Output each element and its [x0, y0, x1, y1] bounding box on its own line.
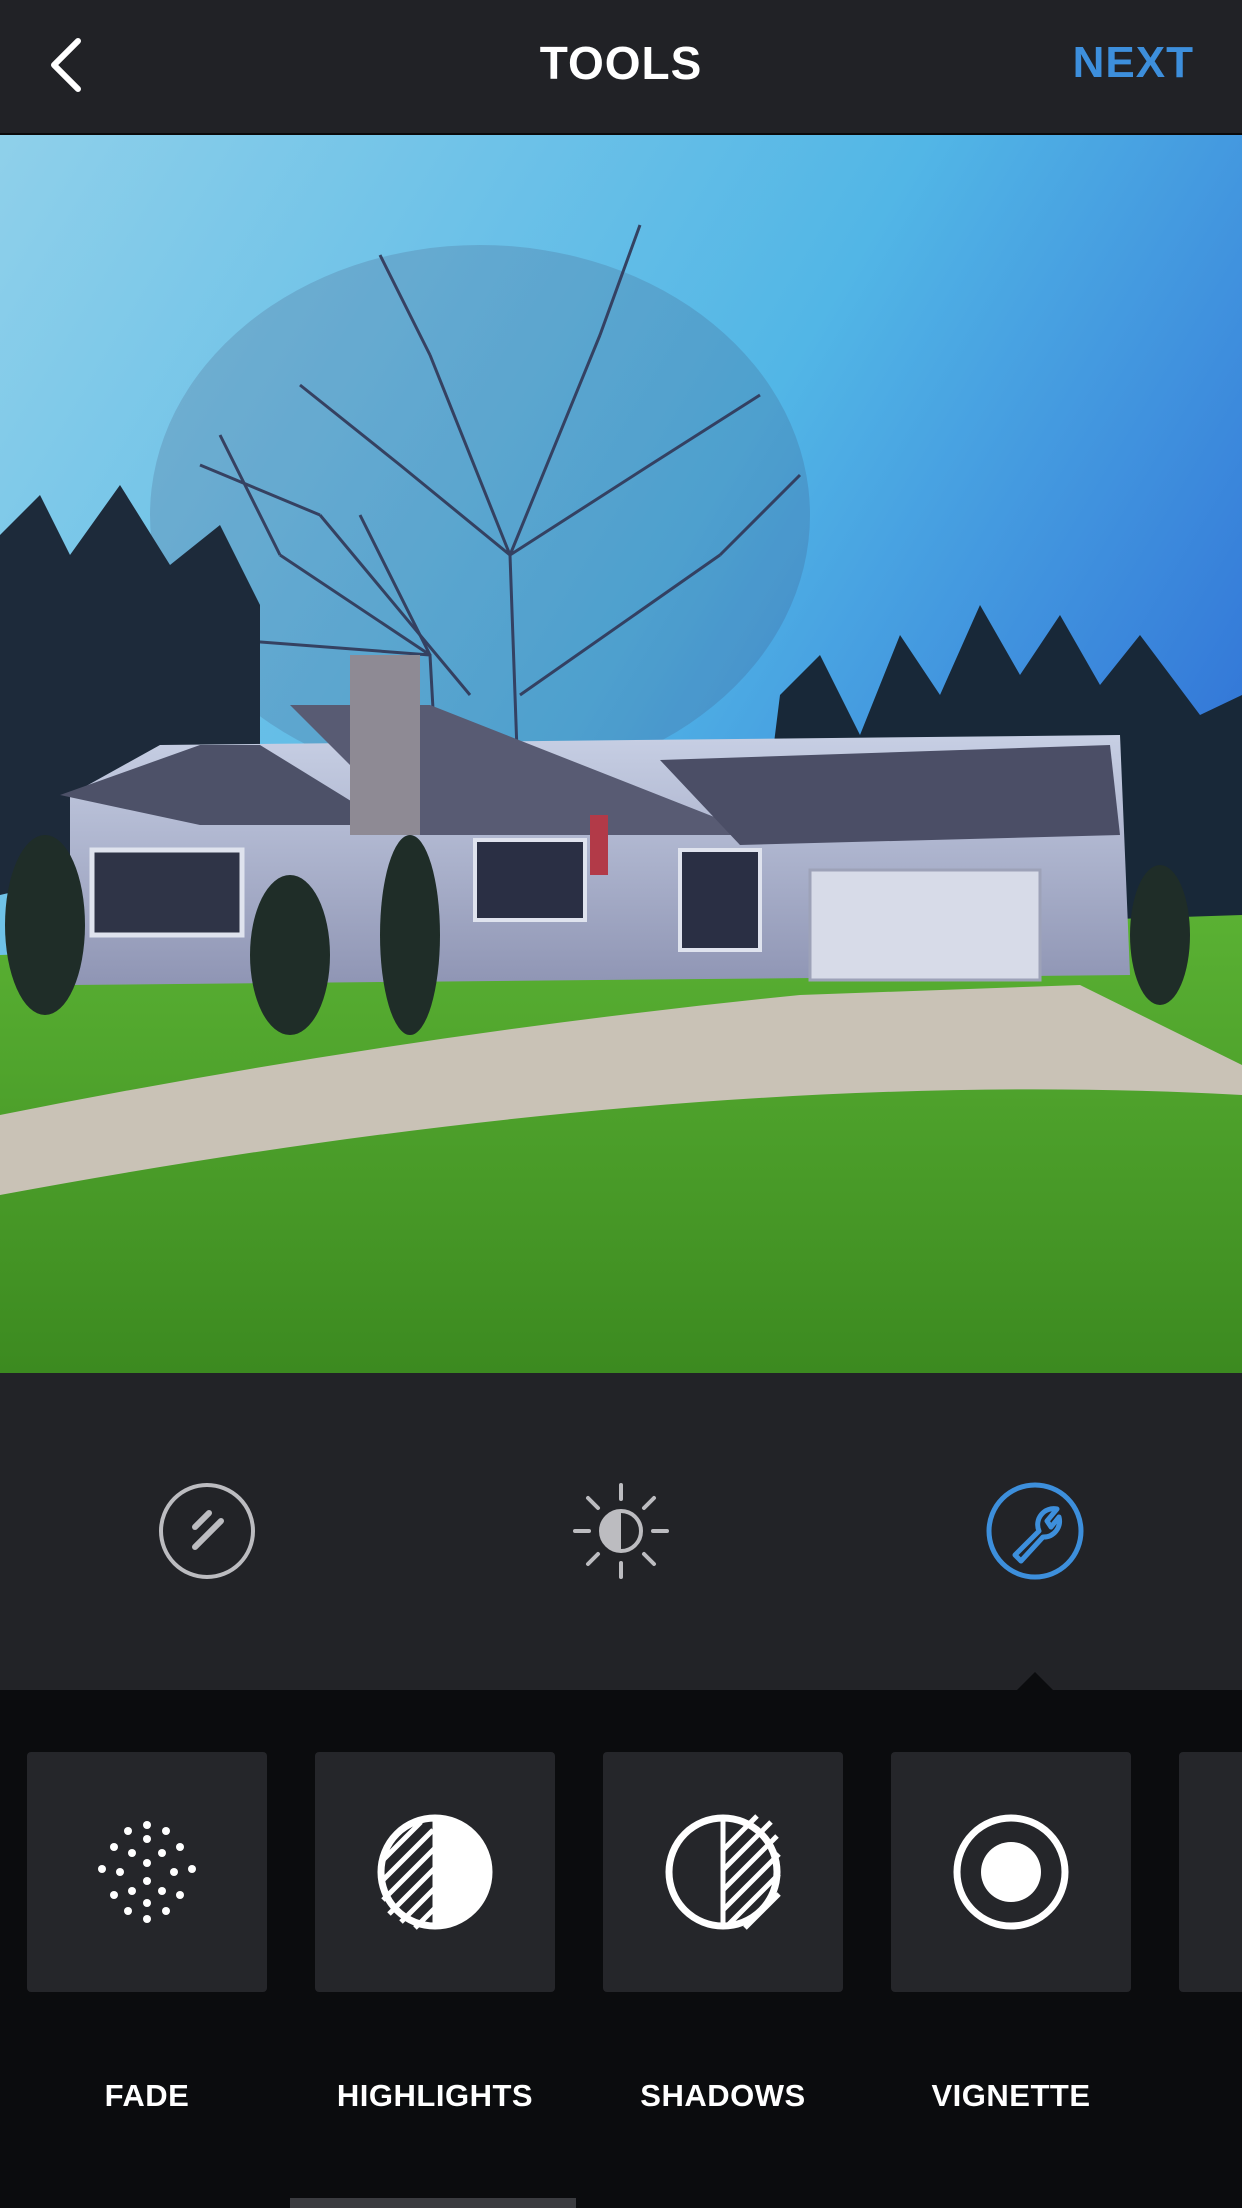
- tool-label-highlights[interactable]: HIGHLIGHTS: [285, 2078, 585, 2114]
- wrench-icon: [986, 1482, 1084, 1580]
- next-button[interactable]: NEXT: [1073, 38, 1194, 88]
- lux-icon: [159, 1483, 255, 1579]
- tool-highlights[interactable]: [315, 1752, 555, 1992]
- brightness-icon: [573, 1483, 669, 1579]
- tool-label-shadows[interactable]: SHADOWS: [573, 2078, 873, 2114]
- mode-bar: [0, 1373, 1242, 1690]
- tools-strip[interactable]: FADE HIGHLIGHTS SHADOWS VIGNETTE: [0, 1690, 1242, 2208]
- tool-shadows[interactable]: [603, 1752, 843, 1992]
- shadows-icon: [665, 1814, 781, 1930]
- tool-label-vignette[interactable]: VIGNETTE: [861, 2078, 1161, 2114]
- photo-preview: [0, 135, 1242, 1373]
- tools-mode-button[interactable]: [985, 1481, 1085, 1581]
- photo-image: [0, 135, 1242, 1373]
- scroll-indicator: [290, 2198, 576, 2208]
- tool-label-fade[interactable]: FADE: [0, 2078, 297, 2114]
- highlights-icon: [377, 1814, 493, 1930]
- selected-mode-pointer: [1017, 1672, 1053, 1690]
- lux-mode-button[interactable]: [157, 1481, 257, 1581]
- tool-fade[interactable]: [27, 1752, 267, 1992]
- top-bar: TOOLS NEXT: [0, 0, 1242, 135]
- adjust-mode-button[interactable]: [571, 1481, 671, 1581]
- vignette-icon: [953, 1814, 1069, 1930]
- fade-icon: [98, 1821, 196, 1923]
- tool-tilt-shift[interactable]: [1179, 1752, 1242, 1992]
- tool-vignette[interactable]: [891, 1752, 1131, 1992]
- tool-label-tilt-shift[interactable]: TI: [1149, 2078, 1242, 2114]
- page-title: TOOLS: [539, 37, 703, 89]
